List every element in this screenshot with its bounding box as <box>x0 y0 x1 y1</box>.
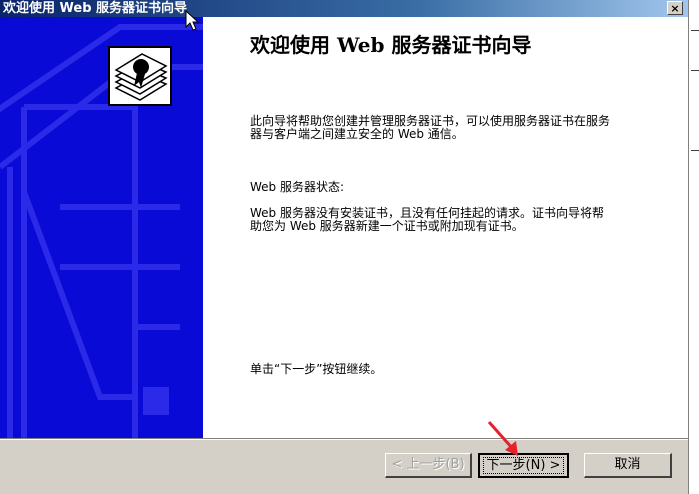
title-bar[interactable]: 欢迎使用 Web 服务器证书向导 × <box>0 0 699 17</box>
server-graphic <box>0 24 203 438</box>
page-title: 欢迎使用 Web 服务器证书向导 <box>250 33 532 57</box>
window-title: 欢迎使用 Web 服务器证书向导 <box>3 1 188 16</box>
back-button[interactable]: < 上一步(B) <box>385 453 472 478</box>
certificate-icon <box>108 46 172 106</box>
red-arrow-icon <box>487 421 518 456</box>
intro-text: 此向导将帮助您创建并管理服务器证书，可以使用服务器证书在服务器与客户端之间建立安… <box>250 114 611 141</box>
wizard-side-graphic <box>0 17 203 438</box>
background-window-edge <box>688 0 699 494</box>
mouse-cursor-icon <box>185 10 199 31</box>
continue-hint: 单击“下一步”按钮继续。 <box>250 362 383 376</box>
status-text: Web 服务器没有安装证书，且没有任何挂起的请求。证书向导将帮助您为 Web 服… <box>250 206 604 233</box>
wizard-content: 欢迎使用 Web 服务器证书向导 此向导将帮助您创建并管理服务器证书，可以使用服… <box>203 17 688 438</box>
cancel-button[interactable]: 取消 <box>584 453 672 478</box>
status-label: Web 服务器状态: <box>250 180 345 194</box>
close-button[interactable]: × <box>667 1 683 15</box>
next-button-focus-rect <box>483 457 564 474</box>
button-separator <box>0 438 688 440</box>
